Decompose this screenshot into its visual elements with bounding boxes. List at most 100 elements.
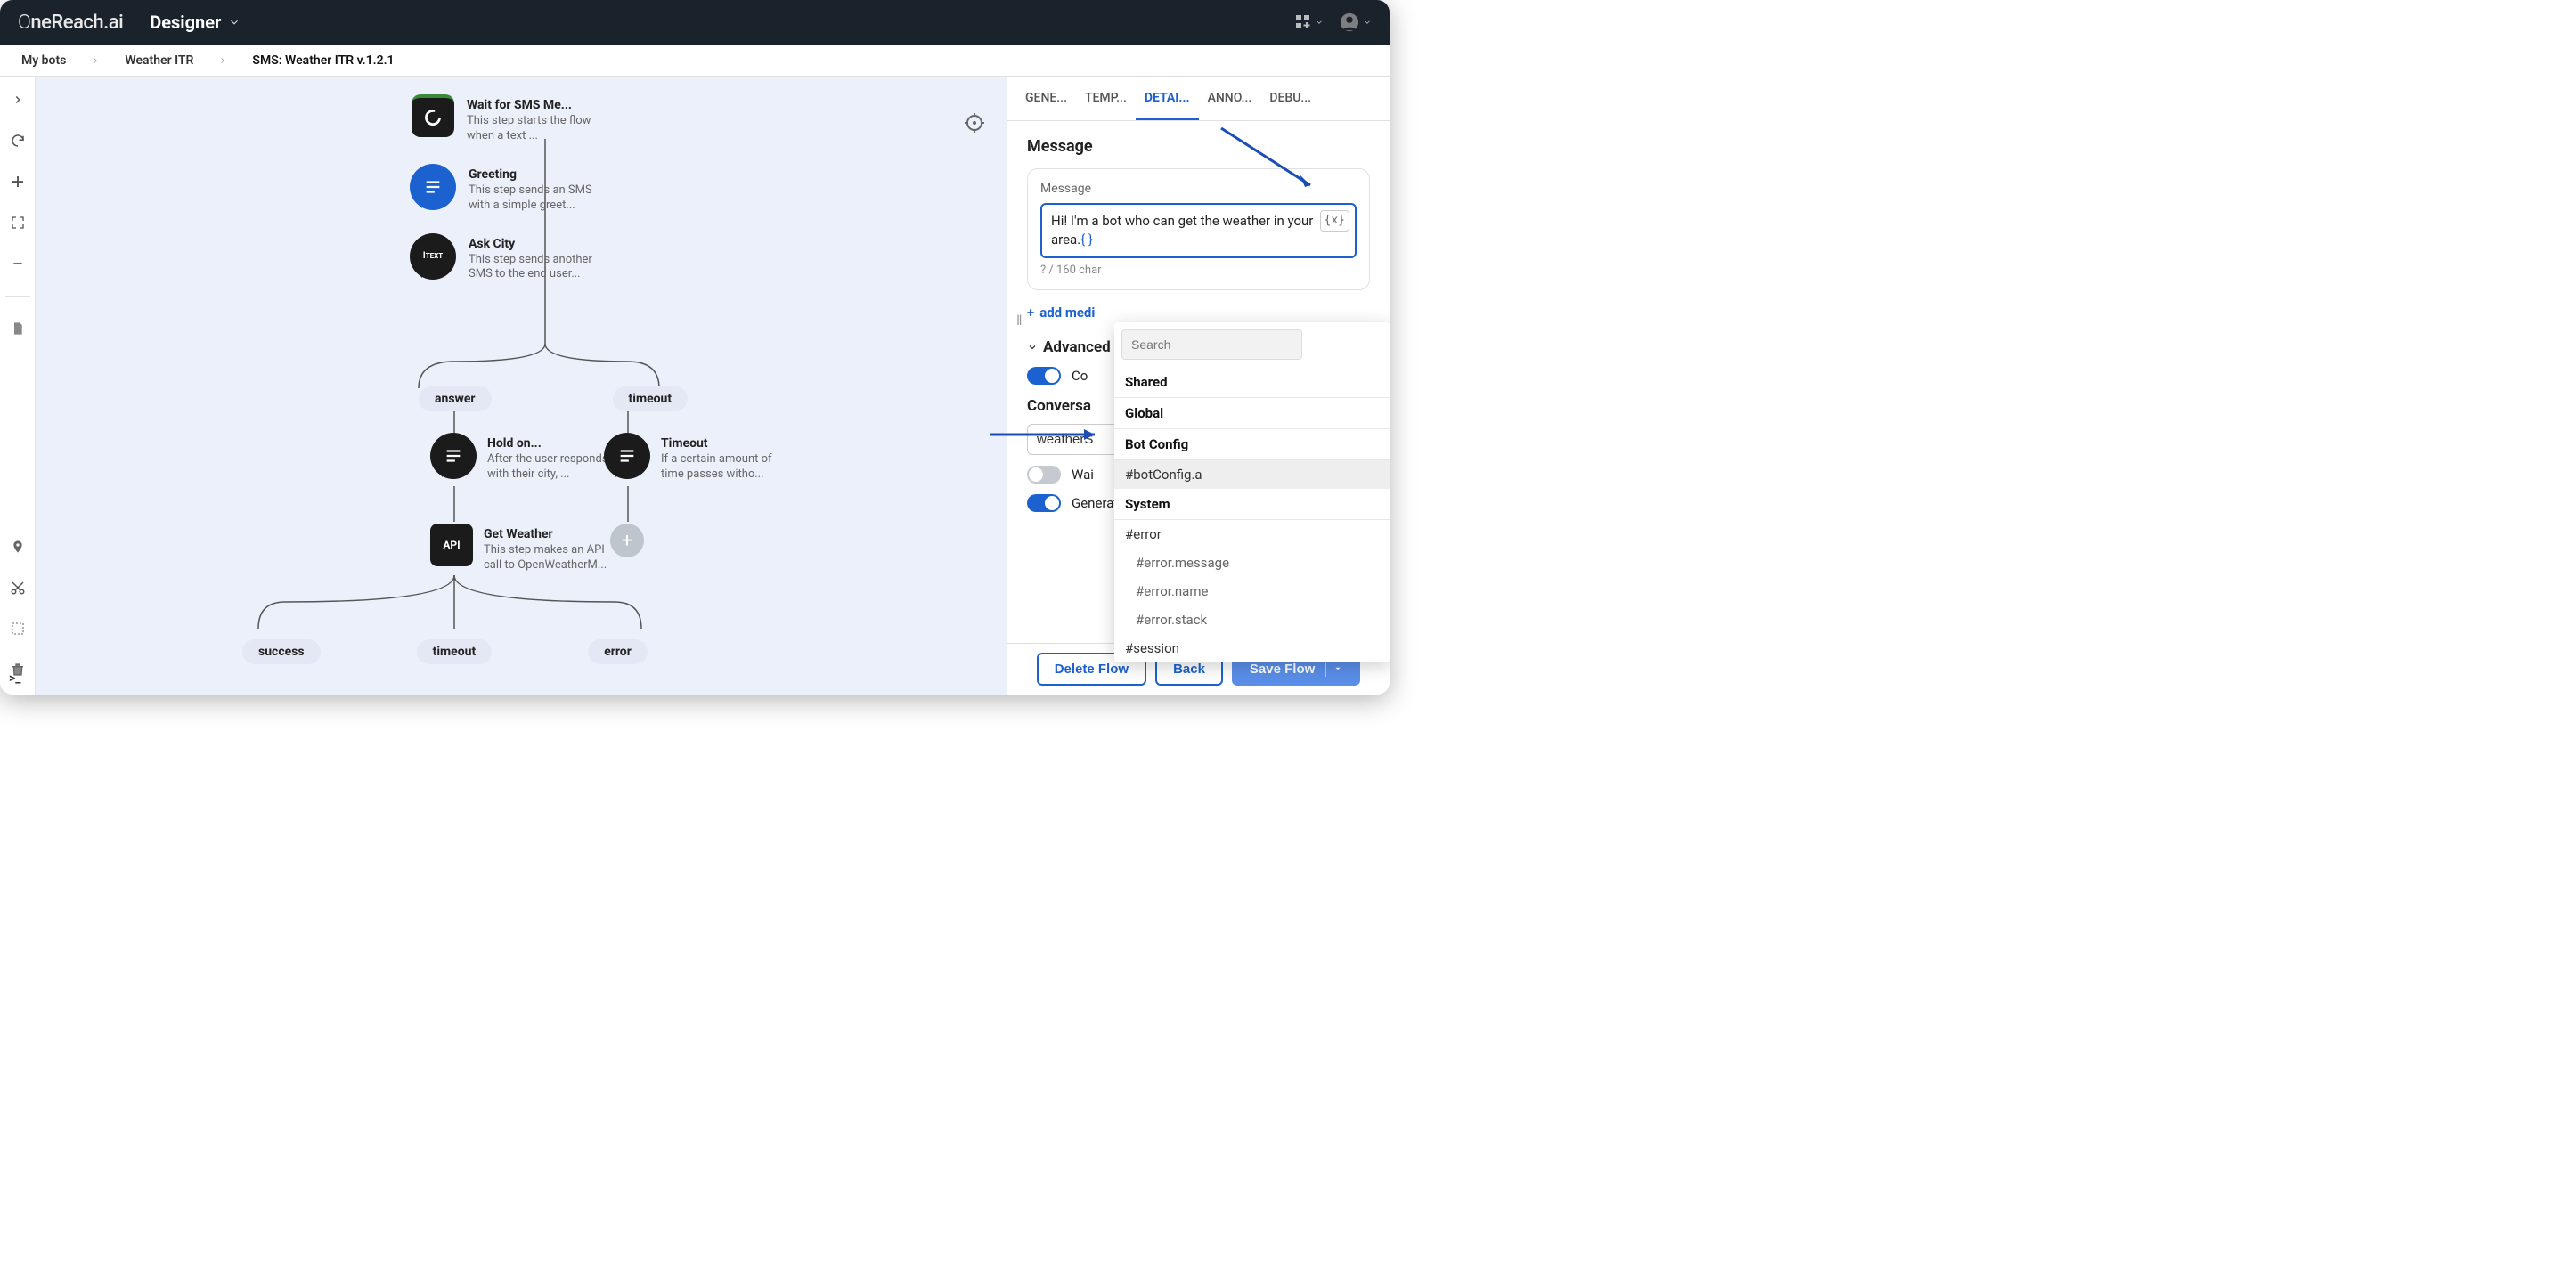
document-button[interactable]: [7, 318, 29, 339]
node-desc: After the user responds with their city,…: [487, 452, 612, 483]
flow-canvas[interactable]: Wait for SMS Me... This step starts the …: [36, 77, 1007, 695]
node-title: Timeout: [661, 436, 786, 451]
dd-item-error-stack[interactable]: #error.stack: [1114, 605, 1390, 634]
merge-placeholder: { }: [1080, 232, 1093, 248]
top-bar: OneReach.ai Designer: [0, 0, 1390, 45]
dd-item-error[interactable]: #error: [1114, 520, 1390, 549]
chevron-down-icon: [1315, 18, 1324, 27]
dd-item-botconfig-a[interactable]: #botConfig.a: [1114, 460, 1390, 489]
cut-button[interactable]: [7, 577, 29, 598]
add-step-button[interactable]: +: [610, 524, 644, 557]
node-desc: This step sends an SMS with a simple gre…: [469, 183, 593, 214]
caret-down-icon: [1333, 664, 1342, 673]
breadcrumb: My bots Weather ITR SMS: Weather ITR v.1…: [0, 45, 1390, 77]
api-node-icon: API: [430, 524, 473, 566]
start-node-icon: [412, 94, 454, 137]
branch-answer[interactable]: answer: [419, 386, 492, 411]
breadcrumb-item-2: SMS: Weather ITR v.1.2.1: [252, 53, 394, 68]
message-node-icon: [430, 433, 477, 479]
message-card: Message Hi! I'm a bot who can get the we…: [1027, 168, 1370, 290]
chevron-down-icon: [1363, 18, 1372, 27]
flow-node-hold-on[interactable]: Hold on... After the user responds with …: [430, 433, 612, 483]
plus-icon: +: [610, 524, 644, 557]
dd-section-shared[interactable]: Shared: [1114, 367, 1390, 398]
plus-icon: +: [1027, 305, 1034, 321]
dd-section-global[interactable]: Global: [1114, 398, 1390, 429]
node-title: Hold on...: [487, 436, 612, 451]
node-desc: This step starts the flow when a text ..…: [467, 114, 591, 144]
dd-section-botconfig[interactable]: Bot Config: [1114, 429, 1390, 460]
section-message-title: Message: [1027, 137, 1370, 156]
add-media-label: add medi: [1039, 305, 1095, 321]
flow-node-get-weather[interactable]: API Get Weather This step makes an API c…: [430, 524, 608, 573]
flow-node-ask-city[interactable]: ITEXT Ask City This step sends another S…: [410, 233, 593, 283]
node-desc: If a certain amount of time passes witho…: [661, 452, 786, 483]
tab-template[interactable]: TEMP...: [1076, 77, 1136, 120]
toggle-co[interactable]: [1027, 367, 1061, 385]
message-node-icon: [410, 164, 456, 210]
node-title: Ask City: [469, 237, 593, 251]
tab-debug[interactable]: DEBU...: [1260, 77, 1320, 120]
message-input[interactable]: Hi! I'm a bot who can get the weather in…: [1040, 203, 1357, 258]
flow-node-greeting[interactable]: Greeting This step sends an SMS with a s…: [410, 164, 593, 214]
collapse-handle-icon[interactable]: ‖: [1016, 312, 1023, 329]
save-flow-label: Save Flow: [1250, 662, 1315, 677]
fullscreen-button[interactable]: [7, 212, 29, 233]
message-label: Message: [1040, 182, 1357, 196]
tab-general[interactable]: GENE...: [1016, 77, 1076, 120]
dropdown-search-input[interactable]: [1121, 329, 1302, 360]
apps-menu[interactable]: [1295, 14, 1324, 30]
char-count: ? / 160 char: [1040, 264, 1357, 277]
collapse-button[interactable]: [7, 253, 29, 274]
breadcrumb-item-1[interactable]: Weather ITR: [125, 53, 193, 68]
dd-item-error-message[interactable]: #error.message: [1114, 549, 1390, 577]
dd-item-session[interactable]: #session: [1114, 634, 1390, 662]
variable-dropdown: Shared Global Bot Config #botConfig.a Sy…: [1114, 322, 1390, 662]
node-desc: This step sends another SMS to the end u…: [469, 253, 593, 283]
node-title: Wait for SMS Me...: [467, 98, 591, 112]
node-title: Greeting: [469, 167, 593, 182]
left-toolbar: [0, 77, 36, 695]
refresh-button[interactable]: [7, 130, 29, 151]
user-avatar-icon: [1340, 12, 1359, 32]
dd-item-error-name[interactable]: #error.name: [1114, 577, 1390, 605]
expand-sidebar-button[interactable]: [7, 89, 29, 110]
toggle-wait-label: Wai: [1072, 467, 1094, 483]
toggle-generate-merge[interactable]: [1027, 494, 1061, 512]
chevron-right-icon: [218, 56, 227, 65]
user-menu[interactable]: [1340, 12, 1372, 32]
branch-error[interactable]: error: [588, 639, 648, 664]
branch-timeout-2[interactable]: timeout: [417, 639, 493, 664]
add-button[interactable]: [7, 171, 29, 192]
insert-variable-button[interactable]: {x}: [1320, 210, 1349, 232]
logo-text: neReach.ai: [30, 12, 123, 34]
advanced-label: Advanced: [1043, 338, 1111, 356]
panel-tabs: GENE... TEMP... DETAI... ANNO... DEBU...: [1007, 77, 1390, 121]
select-button[interactable]: [7, 618, 29, 639]
save-flow-caret[interactable]: [1325, 662, 1342, 677]
apps-grid-icon: [1295, 14, 1311, 30]
app-name-label: Designer: [150, 12, 221, 33]
toggle-wait[interactable]: [1027, 466, 1061, 484]
tab-details[interactable]: DETAI...: [1136, 77, 1199, 120]
flow-node-timeout[interactable]: Timeout If a certain amount of time pass…: [604, 433, 786, 483]
chevron-down-icon: [228, 16, 240, 28]
node-desc: This step makes an API call to OpenWeath…: [484, 543, 608, 573]
add-media-button[interactable]: + add medi: [1027, 305, 1370, 321]
chevron-right-icon: [91, 56, 100, 65]
console-toggle[interactable]: >_: [9, 671, 20, 686]
branch-success[interactable]: success: [242, 639, 321, 664]
properties-panel: GENE... TEMP... DETAI... ANNO... DEBU...…: [1007, 77, 1390, 695]
breadcrumb-item-0[interactable]: My bots: [21, 53, 66, 68]
message-node-icon: [604, 433, 650, 479]
chevron-down-icon: [1027, 342, 1038, 353]
node-title: Get Weather: [484, 527, 608, 541]
branch-timeout[interactable]: timeout: [613, 386, 689, 411]
location-button[interactable]: [7, 536, 29, 557]
brand-logo: OneReach.ai: [18, 12, 123, 34]
dd-section-system[interactable]: System: [1114, 489, 1390, 520]
app-selector[interactable]: Designer: [150, 12, 240, 33]
tab-annotations[interactable]: ANNO...: [1199, 77, 1261, 120]
text-input-node-icon: ITEXT: [410, 233, 456, 280]
flow-node-wait-sms[interactable]: Wait for SMS Me... This step starts the …: [412, 94, 591, 144]
